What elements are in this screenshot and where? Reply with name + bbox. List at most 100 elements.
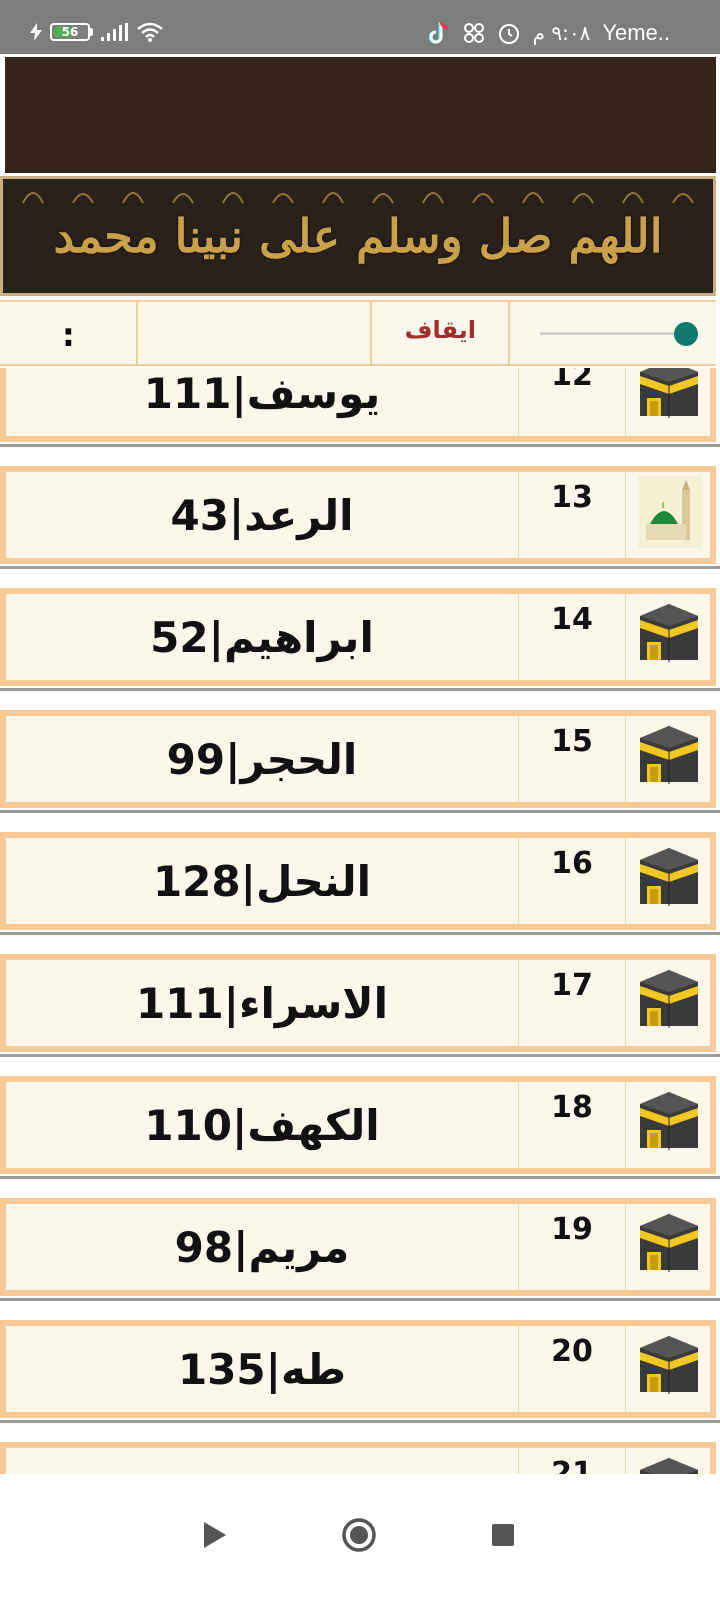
surah-icon-cell[interactable] xyxy=(626,594,712,680)
menu-label: : xyxy=(62,316,75,354)
surah-icon-cell[interactable] xyxy=(626,368,712,436)
surah-icon-cell[interactable] xyxy=(626,1204,712,1290)
surah-name-cell[interactable]: الاسراء|111 xyxy=(6,960,518,1046)
surah-name-cell[interactable]: ابراهيم|52 xyxy=(6,594,518,680)
kaaba-icon xyxy=(640,1092,698,1150)
stop-button[interactable]: ايقاف xyxy=(372,302,510,364)
surah-row[interactable]: يوسف|111 12 xyxy=(0,368,720,466)
surah-card[interactable]: الانبياء|112 21 xyxy=(0,1442,716,1474)
surah-card[interactable]: الكهف|110 18 xyxy=(0,1076,716,1174)
surah-row[interactable]: طه|135 20 xyxy=(0,1320,720,1442)
surah-card[interactable]: ابراهيم|52 14 xyxy=(0,588,716,686)
surah-name: الكهف|110 xyxy=(144,1100,380,1150)
surah-icon-cell[interactable] xyxy=(626,1082,712,1168)
surah-row[interactable]: الحجر|99 15 xyxy=(0,710,720,832)
surah-card[interactable]: الاسراء|111 17 xyxy=(0,954,716,1052)
surah-row[interactable]: مريم|98 19 xyxy=(0,1198,720,1320)
surah-row[interactable]: الكهف|110 18 xyxy=(0,1076,720,1198)
surah-number: 17 xyxy=(551,968,593,1003)
surah-number: 14 xyxy=(551,602,593,637)
slider-thumb[interactable] xyxy=(674,322,698,346)
calligraphy-banner: اللهم صل وسلم على نبينا محمد xyxy=(0,176,716,296)
surah-number: 20 xyxy=(551,1334,593,1369)
surah-name: الانبياء|112 xyxy=(144,1467,380,1475)
surah-card[interactable]: طه|135 20 xyxy=(0,1320,716,1418)
surah-icon-cell[interactable] xyxy=(626,1326,712,1412)
surah-row[interactable]: النحل|128 16 xyxy=(0,832,720,954)
player-status-cell xyxy=(138,302,372,364)
status-right: ٩:٠٨ م Yeme.. xyxy=(428,20,670,46)
status-left: 56 xyxy=(30,22,163,42)
surah-number: 12 xyxy=(551,368,593,393)
surah-number-cell: 18 xyxy=(518,1082,626,1168)
surah-row[interactable]: الرعد|43 13 xyxy=(0,466,720,588)
surah-row[interactable]: الاسراء|111 17 xyxy=(0,954,720,1076)
surah-card[interactable]: الحجر|99 15 xyxy=(0,710,716,808)
recent-apps-icon[interactable] xyxy=(478,1510,528,1560)
surah-name-cell[interactable]: طه|135 xyxy=(6,1326,518,1412)
calligraphy-text: اللهم صل وسلم على نبينا محمد xyxy=(53,209,663,263)
surah-icon-cell[interactable] xyxy=(626,1448,712,1474)
kaaba-icon xyxy=(640,604,698,662)
seek-slider[interactable] xyxy=(510,302,716,364)
surah-name: الاسراء|111 xyxy=(136,978,388,1028)
surah-number-cell: 16 xyxy=(518,838,626,924)
surah-name: الرعد|43 xyxy=(170,490,354,540)
surah-name-cell[interactable]: الانبياء|112 xyxy=(6,1448,518,1475)
surah-card[interactable]: الرعد|43 13 xyxy=(0,466,716,564)
surah-card[interactable]: النحل|128 16 xyxy=(0,832,716,930)
app-icon xyxy=(463,23,484,43)
surah-name: طه|135 xyxy=(177,1344,347,1394)
surah-number: 19 xyxy=(551,1212,593,1247)
surah-card[interactable]: مريم|98 19 xyxy=(0,1198,716,1296)
surah-number: 18 xyxy=(551,1090,593,1125)
surah-number-cell: 13 xyxy=(518,472,626,558)
navigation-bar xyxy=(0,1474,720,1600)
signal-icon xyxy=(101,23,128,41)
surah-icon-cell[interactable] xyxy=(626,472,712,558)
surah-number: 16 xyxy=(551,846,593,881)
row-divider xyxy=(0,688,720,691)
surah-icon-cell[interactable] xyxy=(626,960,712,1046)
surah-list[interactable]: يوسف|111 12 الرعد|43 13 ابراهيم|52 14 الحجر|99… xyxy=(0,368,720,1474)
surah-name: ابراهيم|52 xyxy=(150,612,374,662)
surah-icon-cell[interactable] xyxy=(626,716,712,802)
surah-number-cell: 15 xyxy=(518,716,626,802)
surah-number-cell: 19 xyxy=(518,1204,626,1290)
battery-icon: 56 xyxy=(50,23,93,41)
row-divider xyxy=(0,1054,720,1057)
tiktok-icon xyxy=(428,21,448,44)
menu-button[interactable]: : xyxy=(0,302,138,364)
surah-name-cell[interactable]: النحل|128 xyxy=(6,838,518,924)
row-divider xyxy=(0,1420,720,1423)
surah-name-cell[interactable]: الرعد|43 xyxy=(6,472,518,558)
surah-name: الحجر|99 xyxy=(166,734,358,784)
surah-name-cell[interactable]: مريم|98 xyxy=(6,1204,518,1290)
surah-number-cell: 21 xyxy=(518,1448,626,1474)
row-divider xyxy=(0,1298,720,1301)
surah-row[interactable]: ابراهيم|52 14 xyxy=(0,588,720,710)
mosque-icon xyxy=(638,476,702,548)
charging-icon xyxy=(30,23,42,41)
home-icon[interactable] xyxy=(334,1510,384,1560)
surah-name-cell[interactable]: الكهف|110 xyxy=(6,1082,518,1168)
surah-number: 13 xyxy=(551,480,593,515)
surah-name: يوسف|111 xyxy=(143,368,381,418)
row-divider xyxy=(0,1176,720,1179)
surah-name-cell[interactable]: يوسف|111 xyxy=(6,368,518,436)
kaaba-icon xyxy=(640,726,698,784)
kaaba-icon xyxy=(640,368,698,418)
surah-row[interactable]: الانبياء|112 21 xyxy=(0,1442,720,1474)
surah-icon-cell[interactable] xyxy=(626,838,712,924)
surah-card[interactable]: يوسف|111 12 xyxy=(0,368,716,442)
kaaba-icon xyxy=(640,1336,698,1394)
back-icon[interactable] xyxy=(190,1510,240,1560)
top-banner xyxy=(5,57,716,173)
alarm-icon xyxy=(498,24,519,44)
row-divider xyxy=(0,932,720,935)
surah-name-cell[interactable]: الحجر|99 xyxy=(6,716,518,802)
kaaba-icon xyxy=(640,848,698,906)
surah-number-cell: 14 xyxy=(518,594,626,680)
surah-name: النحل|128 xyxy=(152,856,372,906)
battery-level: 56 xyxy=(61,25,79,39)
